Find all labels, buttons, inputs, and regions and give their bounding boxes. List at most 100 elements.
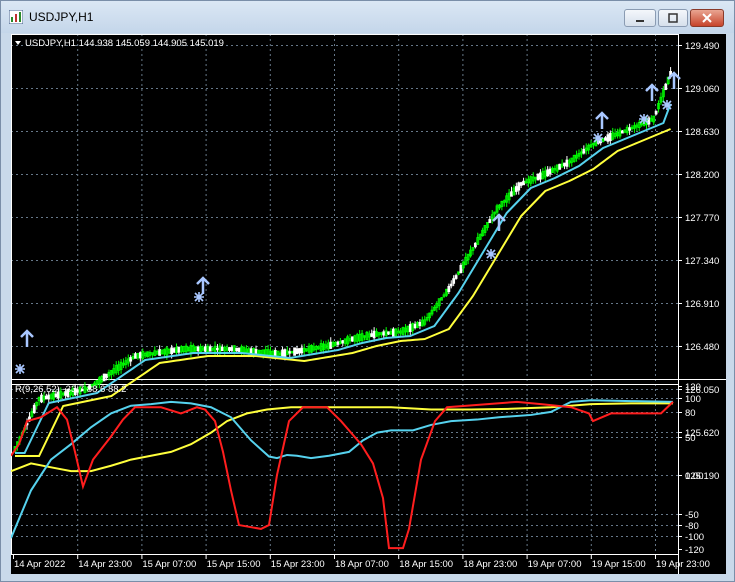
candle-body [452, 278, 456, 284]
candle-body [283, 349, 287, 358]
candle-body [295, 348, 299, 355]
candle-body [228, 347, 231, 351]
candle-body [459, 264, 463, 274]
time-label: 18 Apr 07:00 [335, 559, 389, 570]
indicator-label: -80 [685, 521, 699, 532]
candle-body [582, 148, 586, 154]
candle-body [249, 348, 253, 354]
price-label: 126.480 [685, 342, 719, 353]
time-label: 14 Apr 23:00 [78, 559, 132, 570]
time-label: 14 Apr 2022 [14, 559, 65, 570]
title-bar[interactable]: USDJPY,H1 [1, 1, 734, 33]
candle-body [138, 352, 142, 359]
candle-body [298, 348, 301, 354]
candle-body [519, 182, 523, 186]
candle-body [510, 191, 513, 197]
candle-body [392, 328, 395, 337]
candle-body [408, 324, 412, 332]
candle-body [620, 130, 624, 134]
price-label: 128.630 [685, 127, 719, 138]
candle-body [204, 346, 207, 352]
candle-body [329, 341, 333, 349]
candle-body [608, 133, 612, 141]
candle-body [102, 373, 106, 382]
candle-body [447, 285, 451, 293]
candle-body [546, 169, 550, 177]
candle-body [254, 348, 258, 355]
time-label: 18 Apr 15:00 [399, 559, 453, 570]
candle-body [539, 172, 542, 180]
star-marker-icon [194, 292, 204, 302]
indicator-label: 120 [685, 382, 701, 393]
candle-body [488, 219, 492, 223]
candle-body [558, 163, 562, 170]
window-title: USDJPY,H1 [29, 10, 94, 24]
candle-body [418, 321, 422, 327]
indicator-label: -50 [685, 510, 699, 521]
price-label: 128.200 [685, 170, 719, 181]
price-label: 129.490 [685, 41, 719, 52]
candle-body [44, 395, 48, 400]
candle-body [300, 347, 304, 354]
candle-body [170, 347, 174, 355]
candle-body [177, 346, 181, 353]
candle-body [628, 127, 632, 131]
indicator-label: -100 [685, 532, 704, 543]
close-button[interactable] [690, 9, 724, 27]
star-marker-icon [486, 249, 496, 259]
price-chart[interactable]: USDJPY,H1 144.938 145.059 144.905 145.01… [10, 34, 726, 574]
candle-body [473, 242, 477, 248]
candle-body [336, 341, 340, 345]
candle-body [172, 348, 176, 353]
candle-body [548, 168, 552, 175]
time-label: 19 Apr 23:00 [656, 559, 710, 570]
candle-body [47, 394, 51, 400]
star-marker-icon [15, 364, 25, 374]
time-label: 15 Apr 15:00 [207, 559, 261, 570]
maximize-button[interactable] [658, 9, 688, 27]
indicator-label: -120 [685, 545, 704, 556]
main-panel-header: USDJPY,H1 144.938 145.059 144.905 145.01… [25, 38, 224, 49]
candle-body [517, 182, 521, 191]
candle-body [40, 394, 43, 403]
candle-body [351, 336, 354, 342]
candle-body [413, 323, 417, 329]
price-label: 126.910 [685, 299, 719, 310]
indicator-label: 0.00 [685, 471, 704, 482]
candle-body [664, 83, 668, 90]
time-label: 15 Apr 23:00 [271, 559, 325, 570]
time-label: 15 Apr 07:00 [142, 559, 196, 570]
candle-body [196, 346, 200, 352]
candle-body [230, 347, 234, 351]
minimize-icon [636, 20, 644, 22]
candle-body [158, 349, 162, 356]
candle-body [32, 404, 36, 414]
star-marker-icon [662, 100, 672, 110]
chart-app-icon [9, 10, 23, 24]
indicator-label: 100 [685, 394, 701, 405]
candle-body [522, 180, 525, 186]
indicator-label: 80 [685, 408, 696, 419]
candle-body [565, 159, 569, 167]
candle-body [370, 333, 374, 337]
candle-body [237, 347, 241, 352]
minimize-button[interactable] [624, 9, 656, 27]
price-label: 129.060 [685, 84, 719, 95]
candle-body [293, 347, 296, 356]
candle-body [216, 347, 219, 351]
close-icon [702, 13, 712, 23]
candle-body [606, 134, 610, 142]
candle-body [449, 283, 453, 287]
candle-body [514, 186, 518, 192]
maximize-icon [668, 13, 678, 23]
candle-body [235, 347, 239, 352]
candle-body [604, 137, 607, 141]
chart-area[interactable]: USDJPY,H1 144.938 145.059 144.905 145.01… [10, 34, 726, 574]
candle-body [654, 110, 658, 115]
time-label: 19 Apr 07:00 [528, 559, 582, 570]
candle-body [536, 173, 540, 181]
chart-window: USDJPY,H1 USDJPY,H1 144.938 145.059 144.… [0, 0, 735, 582]
candle-body [208, 346, 212, 352]
price-label: 127.340 [685, 256, 719, 267]
candle-body [288, 351, 292, 354]
